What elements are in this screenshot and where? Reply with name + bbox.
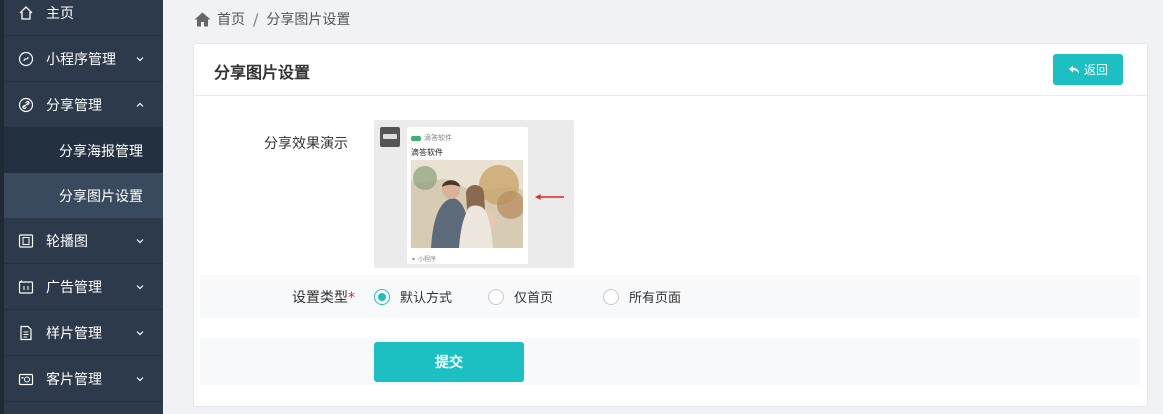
radio-default[interactable]: 默认方式 [374,287,452,306]
radio-all-pages[interactable]: 所有页面 [603,287,681,306]
sidebar-item-ads[interactable]: 广告管理 [4,264,163,310]
type-setting-row: 设置类型* 默认方式 仅首页 所有页面 [200,275,1140,318]
sidebar-item-client-photos[interactable]: 客片管理 [4,356,163,402]
radio-circle [488,288,504,305]
type-label: 设置类型* [292,287,355,307]
sidebar-item-share[interactable]: 分享管理 [4,82,163,128]
sidebar-subitem-share-poster[interactable]: 分享海报管理 [4,128,163,173]
sidebar-item-label: 小程序管理 [46,51,116,68]
reply-icon [1068,65,1079,74]
submit-row: 提交 [200,338,1140,385]
share-card: 滴答软件 滴答软件 ⚭ 小程序 [407,127,528,264]
arrow-left-icon [535,194,564,200]
submit-button[interactable]: 提交 [374,342,524,382]
chevron-up-icon [135,100,145,110]
mini-program-label: ⚭ 小程序 [411,254,436,263]
type-label-text: 设置类型 [292,290,348,306]
radio-circle [603,288,619,305]
miniprogram-icon [18,51,34,67]
link-icon: ⚭ [411,256,417,263]
sidebar-item-label: 轮播图 [46,233,88,250]
back-button[interactable]: 返回 [1053,54,1123,85]
app-badge-icon [411,135,421,141]
sidebar-item-label: 客片管理 [46,371,102,388]
radio-circle [374,288,390,305]
share-title: 滴答软件 [411,148,443,157]
share-preview: 滴答软件 滴答软件 ⚭ 小程序 [374,120,574,268]
avatar [380,127,400,147]
ad-icon [18,279,34,295]
sidebar-item-label: 广告管理 [46,279,102,296]
chevron-down-icon [135,236,145,246]
app-tag: 滴答软件 [411,133,452,143]
radio-label: 所有页面 [629,291,682,306]
chevron-down-icon [135,328,145,338]
sidebar-item-carousel[interactable]: 轮播图 [4,218,163,264]
sidebar-subitem-share-image[interactable]: 分享图片设置 [4,173,163,218]
breadcrumb: 首页 / 分享图片设置 [194,9,350,29]
radio-label: 仅首页 [514,291,554,306]
sidebar-item-label: 主页 [46,5,74,22]
sidebar-item-miniprogram[interactable]: 小程序管理 [4,36,163,82]
share-image [411,160,523,248]
page-title: 分享图片设置 [214,63,311,82]
sidebar-item-samples[interactable]: 样片管理 [4,310,163,356]
home-icon [18,5,34,21]
breadcrumb-current: 分享图片设置 [266,12,351,28]
document-icon [18,325,34,341]
sidebar-item-home[interactable]: 主页 [4,0,163,36]
breadcrumb-home-link[interactable]: 首页 [217,9,245,29]
home-icon [194,12,211,26]
settings-card: 分享图片设置 返回 分享效果演示 滴答软件 滴答软件 ⚭ 小程序 设置类型* 默… [193,43,1148,407]
card-header: 分享图片设置 返回 [194,44,1147,96]
radio-home-only[interactable]: 仅首页 [488,287,553,306]
breadcrumb-separator: / [253,9,259,29]
required-mark: * [348,290,355,306]
link-icon [18,97,34,113]
carousel-icon [18,233,34,249]
radio-label: 默认方式 [400,291,453,306]
sidebar-subitem-label: 分享海报管理 [59,143,143,160]
chevron-down-icon [135,374,145,384]
sidebar-subitem-label: 分享图片设置 [59,188,143,205]
sidebar: 主页 小程序管理 分享管理 分享海报管理 分享图片设置 轮播图 广告管理 样片管… [0,0,163,414]
mini-program-text: 小程序 [417,256,436,263]
camera-icon [18,371,34,387]
chevron-down-icon [135,282,145,292]
back-button-label: 返回 [1083,63,1108,77]
sidebar-item-label: 样片管理 [46,325,102,342]
sidebar-item-label: 分享管理 [46,97,102,114]
preview-label: 分享效果演示 [264,136,348,152]
chevron-down-icon [135,54,145,64]
app-name: 滴答软件 [424,134,452,142]
